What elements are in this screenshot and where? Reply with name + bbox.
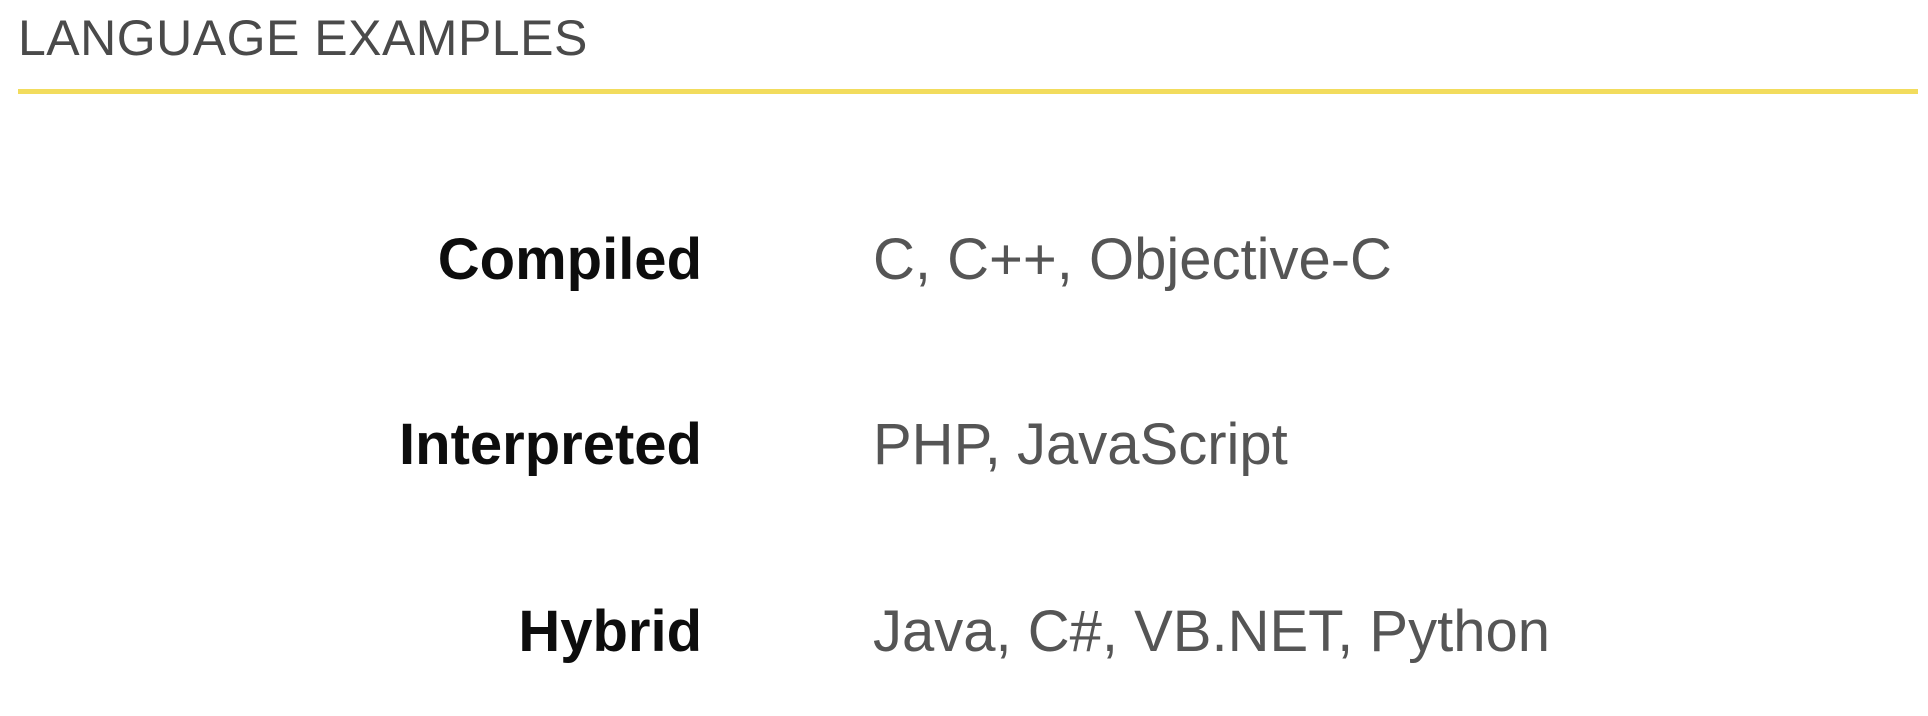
title-underline-divider [18, 89, 1918, 94]
row-label: Hybrid [518, 599, 702, 664]
row-value: Java, C#, VB.NET, Python [873, 599, 1550, 664]
header: LANGUAGE EXAMPLES [18, 6, 1918, 70]
row-value: PHP, JavaScript [873, 412, 1288, 477]
row-interpreted: Interpreted PHP, JavaScript [0, 405, 1928, 485]
slide: LANGUAGE EXAMPLES Compiled C, C++, Objec… [0, 0, 1928, 716]
row-compiled: Compiled C, C++, Objective-C [0, 220, 1928, 300]
row-hybrid: Hybrid Java, C#, VB.NET, Python [0, 592, 1928, 672]
row-label: Compiled [437, 227, 702, 292]
row-value: C, C++, Objective-C [873, 227, 1392, 292]
row-label: Interpreted [399, 412, 702, 477]
page-title: LANGUAGE EXAMPLES [18, 10, 588, 66]
